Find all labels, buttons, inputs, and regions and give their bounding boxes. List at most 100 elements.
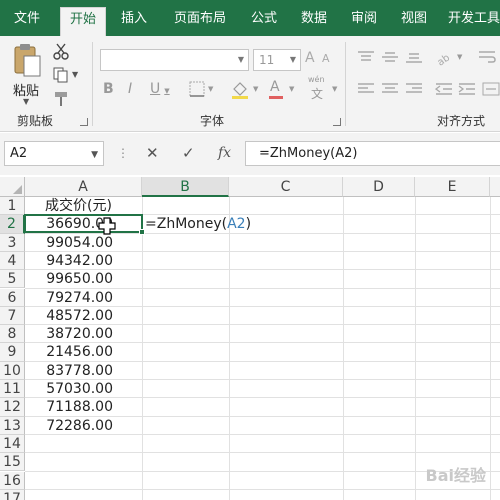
font-name-box[interactable]: ▼ (100, 49, 249, 71)
orientation-icon: ab (436, 52, 453, 68)
tab-formulas[interactable]: 公式 (242, 7, 286, 36)
watermark-logo: Bai经验 (425, 466, 486, 485)
row-header[interactable]: 15 (0, 453, 25, 472)
fill-color-dropdown-icon: ▼ (253, 85, 259, 93)
tab-file[interactable]: 文件 (0, 7, 54, 36)
cell-a4[interactable]: 94342.00 (25, 252, 113, 270)
cell-a7[interactable]: 48572.00 (25, 307, 113, 325)
tab-insert[interactable]: 插入 (112, 7, 156, 36)
align-middle-icon[interactable] (381, 50, 401, 66)
font-color-dropdown-icon: ▼ (289, 85, 295, 93)
italic-icon[interactable]: I (128, 81, 142, 99)
select-all-button[interactable] (0, 177, 25, 197)
borders-button[interactable]: ▼ (188, 80, 218, 100)
row-header[interactable]: 3 (0, 233, 25, 252)
cell-b2-editor[interactable]: =ZhMoney(A2) (145, 215, 251, 233)
font-group-label: 字体 (200, 114, 225, 128)
align-right-icon[interactable] (405, 82, 425, 98)
row-header[interactable]: 17 (0, 489, 25, 500)
cell-a10[interactable]: 83778.00 (25, 362, 113, 380)
scissors-icon (53, 43, 69, 60)
underline-icon[interactable]: U ▼ (150, 81, 178, 99)
cell-a9[interactable]: 21456.00 (25, 343, 113, 361)
decrease-indent-icon[interactable] (434, 82, 455, 98)
tab-home[interactable]: 开始 (60, 7, 106, 36)
cancel-icon[interactable]: ✕ (146, 141, 159, 166)
tab-page-layout[interactable]: 页面布局 (164, 7, 236, 36)
enter-check-icon[interactable]: ✓ (182, 141, 195, 166)
phonetic-dropdown-icon: ▼ (332, 85, 338, 93)
column-header-b[interactable]: B (142, 177, 229, 197)
merge-center-icon[interactable] (482, 82, 500, 98)
column-header-c[interactable]: C (229, 177, 343, 197)
align-bottom-icon[interactable] (405, 50, 425, 66)
insert-function-icon[interactable]: fx (218, 141, 231, 166)
tab-review[interactable]: 审阅 (342, 7, 386, 36)
copy-button[interactable]: ▼ (52, 66, 80, 84)
divider (345, 42, 346, 126)
orientation-dropdown-icon: ▼ (457, 53, 463, 61)
active-cell-border (24, 214, 143, 233)
clipboard-launcher-icon[interactable] (80, 118, 88, 126)
increase-font-icon[interactable]: A (305, 50, 321, 68)
cell-a11[interactable]: 57030.00 (25, 380, 113, 398)
align-center-icon[interactable] (381, 82, 401, 98)
borders-icon (189, 81, 205, 97)
fill-color-button[interactable]: ▼ (230, 80, 262, 100)
paste-dropdown-icon: ▼ (23, 97, 30, 106)
orientation-button[interactable]: ab ▼ (435, 48, 465, 68)
tab-view[interactable]: 视图 (392, 7, 436, 36)
row-header[interactable]: 4 (0, 251, 25, 271)
cell-a1[interactable]: 成交价(元) (45, 198, 112, 215)
row-header[interactable]: 14 (0, 434, 25, 454)
cell-a13[interactable]: 72286.00 (25, 417, 113, 435)
align-left-icon[interactable] (357, 82, 377, 98)
column-header-a[interactable]: A (25, 177, 142, 197)
name-box-dropdown-icon[interactable]: ▼ (91, 144, 98, 167)
row-header[interactable]: 10 (0, 361, 25, 380)
column-header-d[interactable]: D (343, 177, 415, 197)
wrap-text-icon[interactable] (478, 50, 498, 66)
cut-button[interactable] (52, 42, 72, 60)
font-size-box[interactable]: 11 ▼ (253, 49, 301, 71)
paste-button[interactable]: 粘贴 ▼ (10, 42, 44, 106)
column-header-e[interactable]: E (415, 177, 490, 197)
tab-developer[interactable]: 开发工具 (442, 7, 500, 36)
formula-input[interactable]: =ZhMoney(A2) (245, 141, 500, 166)
formula-prefix: =ZhMoney( (145, 216, 228, 232)
row-header[interactable]: 16 (0, 471, 25, 490)
row-header[interactable]: 7 (0, 306, 25, 326)
select-all-icon (13, 185, 22, 194)
svg-text:ab: ab (436, 52, 453, 66)
row-header[interactable]: 12 (0, 398, 25, 417)
cell-a6[interactable]: 79274.00 (25, 289, 113, 307)
formula-bar-grip-icon: ⋮ (117, 146, 129, 160)
tab-data[interactable]: 数据 (292, 7, 336, 36)
font-launcher-icon[interactable] (333, 118, 341, 126)
cell-a3[interactable]: 99054.00 (25, 234, 113, 252)
row-header[interactable]: 6 (0, 288, 25, 307)
formula-bar: A2 ▼ ⋮ ✕ ✓ fx =ZhMoney(A2) (0, 133, 500, 175)
row-header[interactable]: 13 (0, 416, 25, 435)
font-color-icon: A (270, 79, 280, 95)
row-header[interactable]: 5 (0, 270, 25, 289)
column-header-f[interactable] (490, 177, 500, 197)
format-painter-button[interactable] (52, 90, 72, 108)
alignment-group-label: 对齐方式 (437, 114, 486, 128)
cell-a5[interactable]: 99650.00 (25, 270, 113, 288)
increase-indent-icon[interactable] (458, 82, 478, 98)
row-header[interactable]: 2 (0, 215, 25, 234)
font-color-button[interactable]: A ▼ (268, 79, 300, 100)
row-header[interactable]: 1 (0, 197, 25, 216)
name-box[interactable]: A2 ▼ (4, 141, 104, 166)
row-header[interactable]: 9 (0, 343, 25, 362)
phonetic-button[interactable]: wén 文 ▼ (308, 75, 340, 101)
cell-a12[interactable]: 71188.00 (25, 398, 113, 416)
align-top-icon[interactable] (357, 50, 377, 66)
decrease-font-icon[interactable]: A (322, 52, 338, 70)
bold-icon[interactable]: B (103, 81, 117, 99)
row-header[interactable]: 11 (0, 380, 25, 399)
cell-a8[interactable]: 38720.00 (25, 325, 113, 343)
ribbon: 粘贴 ▼ ▼ 剪贴板 ▼ 11 ▼ A A B I U ▼ ▼ ▼ A ▼ wé… (0, 36, 500, 132)
row-header[interactable]: 8 (0, 325, 25, 344)
